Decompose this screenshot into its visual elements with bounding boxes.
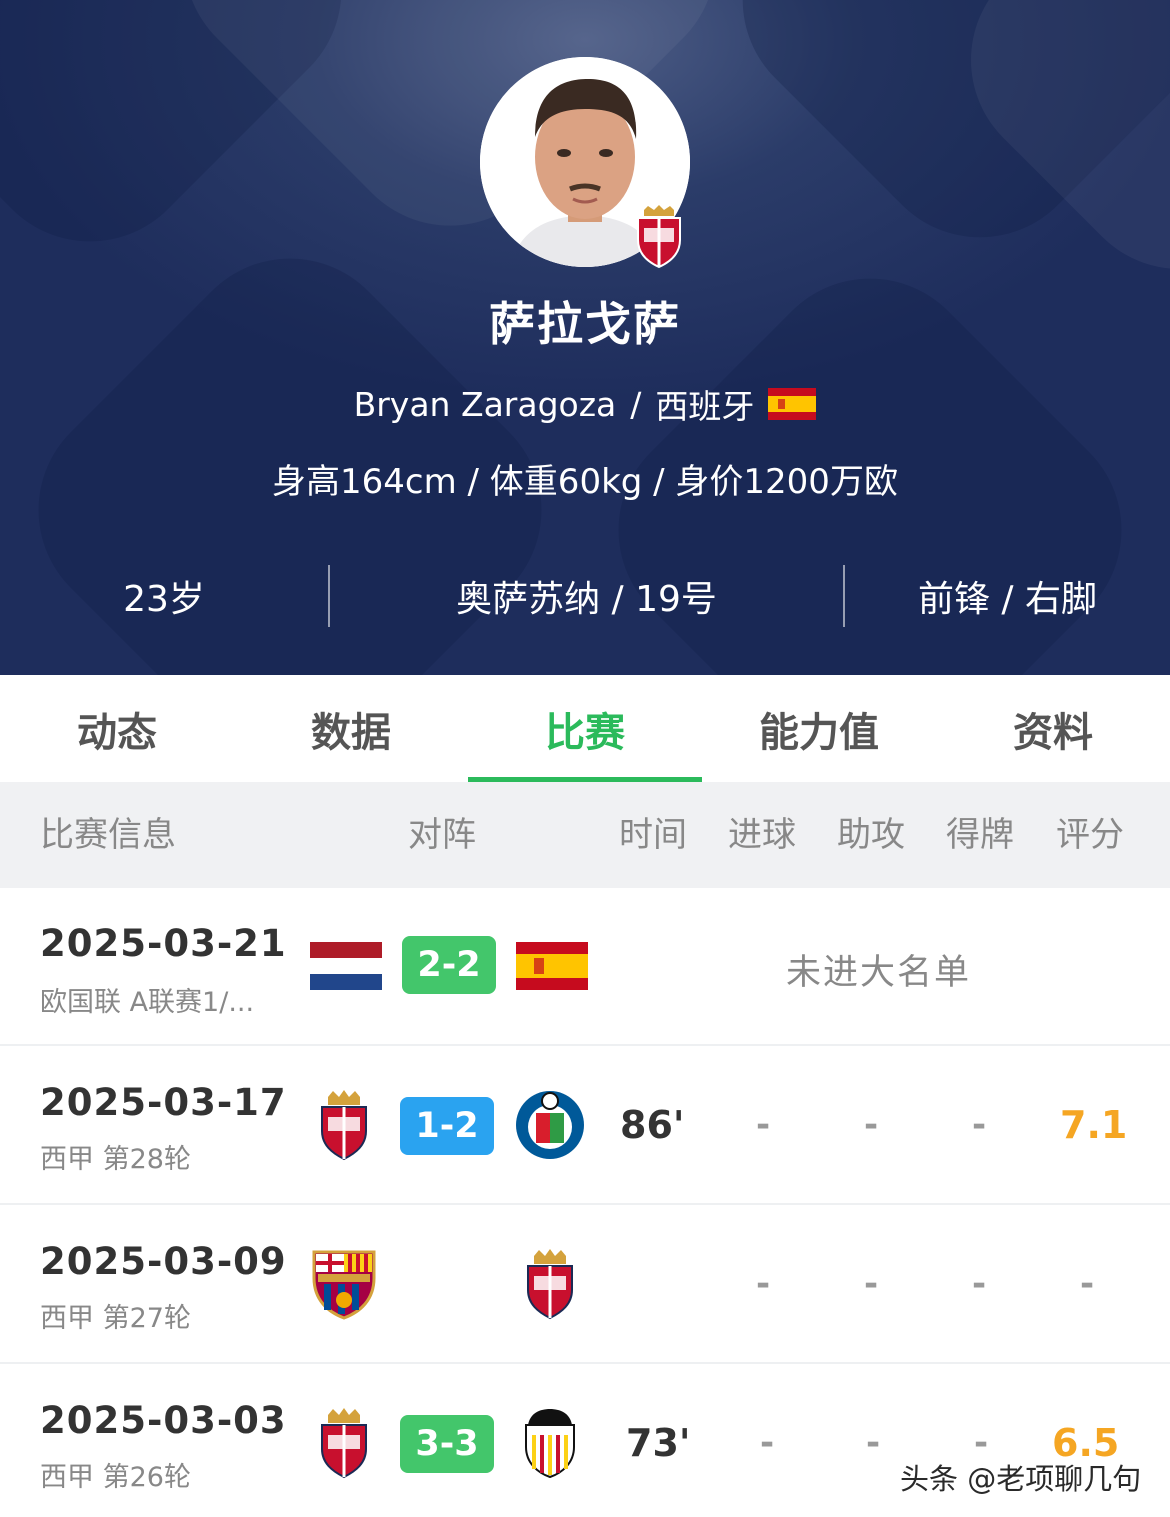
match-competition: 西甲 第26轮 — [40, 1462, 191, 1493]
match-minutes: 73' — [626, 1421, 691, 1465]
header-time: 时间 — [619, 815, 687, 855]
tab-stats[interactable]: 数据 — [234, 675, 468, 782]
spain-flag-icon — [516, 942, 588, 990]
table-row[interactable]: 2025-03-21 欧国联 A联赛1/... 2-2 未进大名单 — [0, 888, 1170, 1046]
match-assists: - — [864, 1264, 879, 1304]
barcelona-crest-icon — [312, 1250, 376, 1320]
match-competition: 西甲 第28轮 — [40, 1144, 191, 1175]
match-assists: - — [866, 1423, 881, 1463]
player-name: 萨拉戈萨 — [489, 297, 681, 351]
not-in-squad-label: 未进大名单 — [786, 953, 972, 993]
header-match-info: 比赛信息 — [40, 815, 176, 855]
match-date: 2025-03-17 — [40, 1081, 287, 1124]
player-english-name: Bryan Zaragoza — [353, 384, 617, 424]
osasuna-crest-icon — [527, 1249, 573, 1320]
match-competition: 欧国联 A联赛1/... — [40, 987, 255, 1018]
match-minutes: 86' — [620, 1103, 685, 1147]
separator: / — [630, 384, 642, 424]
match-date: 2025-03-21 — [40, 922, 287, 965]
header-rating: 评分 — [1056, 815, 1124, 855]
tab-news[interactable]: 动态 — [0, 675, 234, 782]
header-assists: 助攻 — [837, 815, 905, 855]
match-goals: - — [760, 1423, 775, 1463]
osasuna-badge-icon — [637, 205, 681, 268]
match-date: 2025-03-09 — [40, 1240, 287, 1283]
header-matchup: 对阵 — [408, 815, 476, 855]
match-score: 3-3 — [400, 1415, 494, 1473]
tab-matches[interactable]: 比赛 — [468, 675, 702, 782]
match-goals: - — [756, 1264, 771, 1304]
match-score: 2-2 — [402, 936, 496, 994]
getafe-crest-icon — [516, 1091, 584, 1159]
match-cards: - — [972, 1264, 987, 1304]
player-nationality: 西班牙 — [655, 387, 755, 426]
osasuna-crest-icon — [321, 1408, 367, 1479]
player-subtitle: Bryan Zaragoza / 西班牙 — [0, 380, 1170, 428]
player-info-row: 23岁 奥萨苏纳 / 19号 前锋 / 右脚 — [0, 560, 1170, 632]
watermark: 头条 @老项聊几句 — [900, 1462, 1142, 1496]
tab-bar: 动态 数据 比赛 能力值 资料 — [0, 675, 1170, 782]
match-cards: - — [972, 1105, 987, 1145]
match-assists: - — [864, 1105, 879, 1145]
match-score: 1-2 — [400, 1097, 494, 1155]
header-cards: 得牌 — [946, 815, 1014, 855]
player-age: 23岁 — [123, 579, 205, 620]
table-row[interactable]: 2025-03-17 西甲 第28轮 1-2 86' - - - 7.1 — [0, 1047, 1170, 1205]
tab-ratings[interactable]: 能力值 — [702, 675, 936, 782]
table-row[interactable]: 2025-03-09 西甲 第27轮 - - - - — [0, 1206, 1170, 1364]
match-competition: 西甲 第27轮 — [40, 1303, 191, 1334]
match-goals: - — [756, 1105, 771, 1145]
netherlands-flag-icon — [310, 942, 382, 990]
player-physical-info: 身高164cm / 体重60kg / 身价1200万欧 — [272, 462, 898, 502]
player-club-number: 奥萨苏纳 / 19号 — [456, 579, 717, 620]
player-position-foot: 前锋 / 右脚 — [917, 579, 1098, 620]
match-date: 2025-03-03 — [40, 1399, 287, 1442]
match-table-header: 比赛信息 对阵 时间 进球 助攻 得牌 评分 — [0, 782, 1170, 888]
header-goals: 进球 — [728, 815, 796, 855]
valencia-crest-icon — [525, 1409, 575, 1479]
match-rating: - — [1080, 1264, 1095, 1304]
spain-flag-icon — [768, 388, 817, 420]
match-rating: 7.1 — [1060, 1103, 1128, 1147]
tab-profile[interactable]: 资料 — [936, 675, 1170, 782]
osasuna-crest-icon — [321, 1090, 367, 1161]
